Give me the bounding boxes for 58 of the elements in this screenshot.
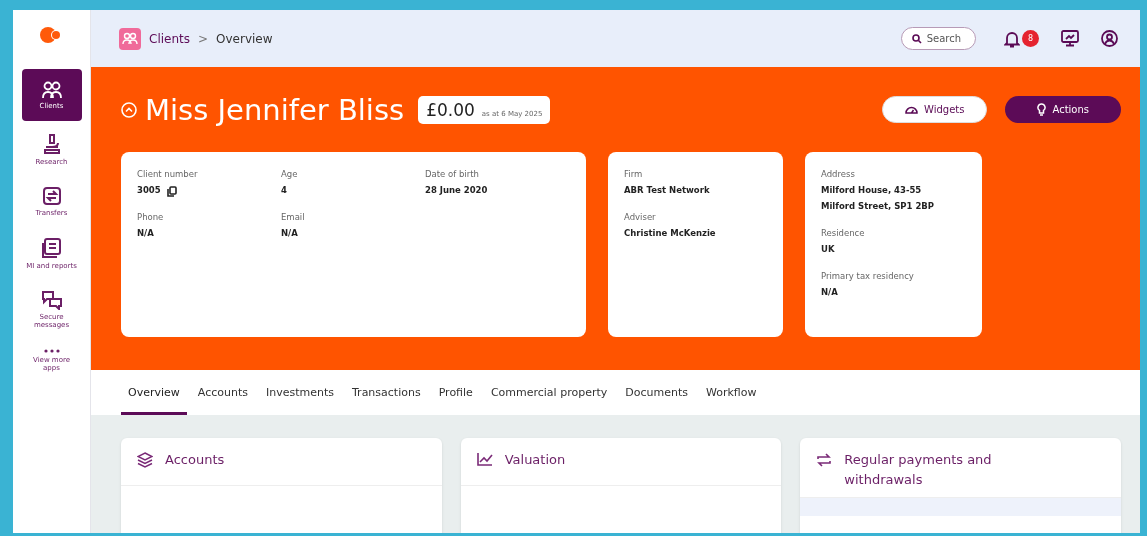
field-value: 3005 (137, 184, 161, 197)
field-label: Date of birth (425, 169, 480, 179)
panel-title: Accounts (165, 451, 225, 469)
actions-button[interactable]: Actions (1005, 96, 1121, 123)
search-button[interactable]: Search (900, 27, 976, 50)
field-label: Email (281, 212, 306, 223)
tab[interactable]: Overview (121, 370, 187, 415)
collapse-icon[interactable] (121, 101, 137, 118)
tab[interactable]: Commercial property (483, 370, 615, 415)
gauge-icon (905, 104, 919, 115)
breadcrumb-current: Overview (216, 31, 273, 46)
repeat-icon (816, 452, 833, 468)
more-icon (43, 349, 60, 354)
panel-title: Valuation (504, 451, 566, 469)
field-label: Adviser (624, 212, 657, 223)
panel-title: Regular payments and withdrawals (844, 451, 993, 489)
balance-amount: £0.00 (426, 99, 475, 120)
user-icon[interactable] (1101, 30, 1118, 47)
search-icon (911, 33, 922, 44)
field-label: Firm (624, 169, 644, 179)
field-label: Client number (137, 169, 199, 179)
notification-count: 8 (1022, 30, 1039, 47)
monitor-icon[interactable] (1061, 30, 1079, 47)
field-value: 28 June 2020 (425, 184, 488, 197)
lightbulb-icon (1037, 103, 1047, 116)
field-value: 4 (281, 184, 287, 197)
layers-icon (137, 452, 153, 468)
client-name: Miss Jennifer Bliss (145, 92, 405, 127)
transfer-icon (41, 186, 62, 207)
bell-icon[interactable] (1004, 29, 1020, 48)
field-value: N/A (281, 227, 298, 241)
field-label: Primary tax residency (821, 271, 915, 282)
field-value: N/A (137, 227, 154, 241)
field-label: Residence (821, 228, 866, 239)
copy-icon[interactable] (166, 186, 177, 198)
field-label: Phone (137, 212, 165, 223)
widgets-button[interactable]: Widgets (882, 96, 988, 123)
tab[interactable]: Profile (431, 370, 480, 415)
tab[interactable]: Accounts (190, 370, 255, 415)
tab[interactable]: Transactions (345, 370, 428, 415)
tab[interactable]: Workflow (699, 370, 764, 415)
field-value: Milford House, 43-55 Milford Street, SP1 2BP (821, 184, 935, 214)
clients-icon (119, 27, 141, 50)
tab[interactable]: Investments (258, 370, 341, 415)
field-value: ABR Test Network (624, 184, 710, 197)
report-icon (41, 237, 62, 260)
people-icon (41, 81, 62, 99)
microscope-icon (42, 133, 61, 156)
field-label: Address (821, 169, 856, 179)
breadcrumb-link[interactable]: Clients (149, 31, 190, 46)
line-chart-icon (476, 452, 493, 466)
chat-icon (40, 290, 63, 311)
field-value: N/A (821, 286, 838, 300)
field-value: Christine McKenzie (624, 227, 716, 241)
field-value: UK (821, 243, 835, 257)
tab[interactable]: Documents (618, 370, 695, 415)
breadcrumb-separator: > (198, 31, 209, 46)
field-label: Age (281, 169, 299, 179)
